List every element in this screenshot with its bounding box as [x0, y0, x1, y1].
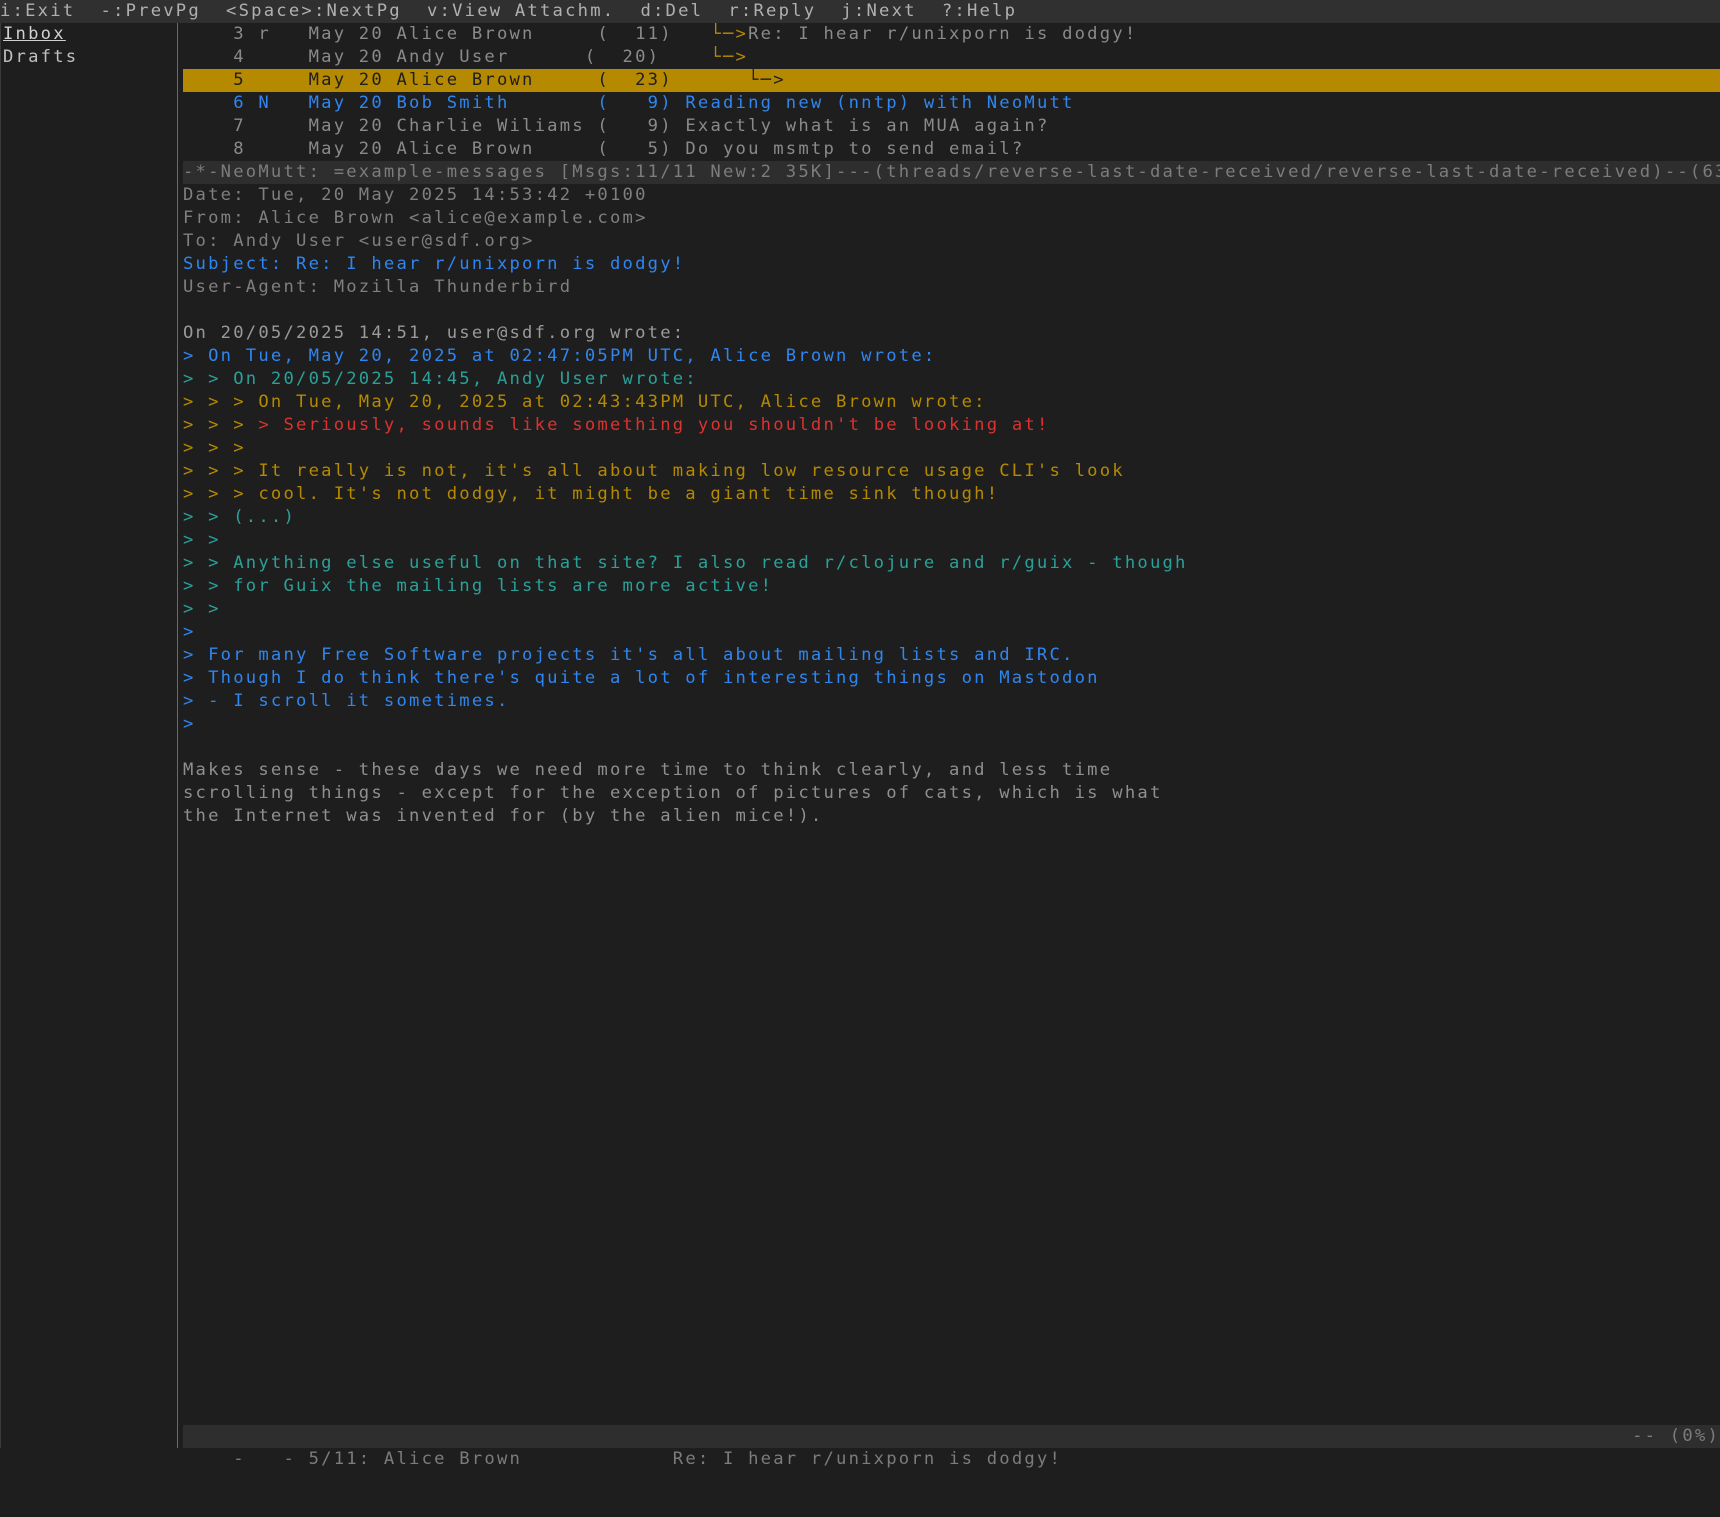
body-line: > > > It really is not, it's all about m… [183, 461, 1125, 481]
body-line: > > [183, 530, 221, 550]
message-row-subject: Exactly what is an MUA again? [685, 116, 1050, 136]
body-line: > [183, 714, 196, 734]
sidebar: Inbox Drafts [0, 23, 178, 1448]
sidebar-item-inbox[interactable]: Inbox [3, 23, 66, 46]
message-row-info: 7 May 20 Charlie Wiliams ( 9) [183, 116, 673, 136]
message-row-info: 6 N May 20 Bob Smith ( 9) [183, 93, 673, 113]
thread-tree-arrow: └─> [672, 24, 749, 44]
thread-tree-arrow: └─> [660, 47, 749, 67]
thread-tree-arrow: └─> [672, 70, 786, 90]
message-row-info: 4 May 20 Andy User ( 20) [183, 47, 661, 67]
message-row-subject: Do you msmtp to send email? [685, 139, 1025, 159]
terminal-window: i:Exit -:PrevPg <Space>:NextPg v:View At… [0, 0, 1720, 1471]
message-row-info: 8 May 20 Alice Brown ( 5) [183, 139, 673, 159]
body-line: > > > On Tue, May 20, 2025 at 02:43:43PM… [183, 392, 987, 412]
message-list-row[interactable]: 4 May 20 Andy User ( 20) └─> [183, 46, 1720, 69]
header-line: Date: Tue, 20 May 2025 14:53:42 +0100 [183, 185, 648, 205]
pager-status-right: -- (0%) [1632, 1426, 1720, 1446]
body-line: > > > cool. It's not dodgy, it might be … [183, 484, 1000, 504]
body-line: On 20/05/2025 14:51, user@sdf.org wrote: [183, 323, 686, 343]
body-line: scrolling things - except for the except… [183, 783, 1163, 803]
body-line: > [183, 622, 196, 642]
message-list-row[interactable]: 6 N May 20 Bob Smith ( 9) Reading new (n… [183, 92, 1720, 115]
index-status-bar: -*-NeoMutt: =example-messages [Msgs:11/1… [183, 161, 1720, 184]
message-row-info: 3 r May 20 Alice Brown ( 11) [183, 24, 673, 44]
header-line: User-Agent: Mozilla Thunderbird [183, 277, 573, 297]
body-line: > - I scroll it sometimes. [183, 691, 510, 711]
message-list-row[interactable]: 5 May 20 Alice Brown ( 23) └─> [183, 69, 1720, 92]
body-line [183, 299, 1720, 322]
sidebar-item-drafts[interactable]: Drafts [3, 46, 78, 69]
body-line: > > Anything else useful on that site? I… [183, 553, 1188, 573]
header-line: From: Alice Brown <alice@example.com> [183, 208, 648, 228]
message-list-row[interactable]: 7 May 20 Charlie Wiliams ( 9) Exactly wh… [183, 115, 1720, 138]
message-row-info: 5 May 20 Alice Brown ( 23) [183, 70, 673, 90]
body-line [183, 736, 1720, 759]
body-line: the Internet was invented for (by the al… [183, 806, 824, 826]
header-line: Subject: Re: I hear r/unixporn is dodgy! [183, 254, 686, 274]
message-row-subject: Reading new (nntp) with NeoMutt [685, 93, 1075, 113]
body-line: > On Tue, May 20, 2025 at 02:47:05PM UTC… [183, 346, 937, 366]
body-line: > > (...) [183, 507, 297, 527]
body-line: > Though I do think there's quite a lot … [183, 668, 1100, 688]
body-line: > > for Guix the mailing lists are more … [183, 576, 774, 596]
body-line: > > [183, 599, 221, 619]
body-line: > > On 20/05/2025 14:45, Andy User wrote… [183, 369, 698, 389]
body-line: Makes sense - these days we need more ti… [183, 760, 1113, 780]
body-line: > > > [183, 438, 246, 458]
message-list-row[interactable]: 8 May 20 Alice Brown ( 5) Do you msmtp t… [183, 138, 1720, 161]
pager-status-left: - - 5/11: Alice Brown Re: I hear r/unixp… [233, 1449, 1063, 1469]
message-row-subject: Re: I hear r/unixporn is dodgy! [748, 24, 1138, 44]
body-line: > > > > Seriously, sounds like something… [183, 415, 1050, 435]
help-bar: i:Exit -:PrevPg <Space>:NextPg v:View At… [0, 0, 1720, 23]
body-line: > For many Free Software projects it's a… [183, 645, 1075, 665]
header-line: To: Andy User <user@sdf.org> [183, 231, 535, 251]
pager-status-bar: - - 5/11: Alice Brown Re: I hear r/unixp… [183, 1425, 1720, 1469]
message-list-row[interactable]: 3 r May 20 Alice Brown ( 11) └─>Re: I he… [183, 23, 1720, 46]
